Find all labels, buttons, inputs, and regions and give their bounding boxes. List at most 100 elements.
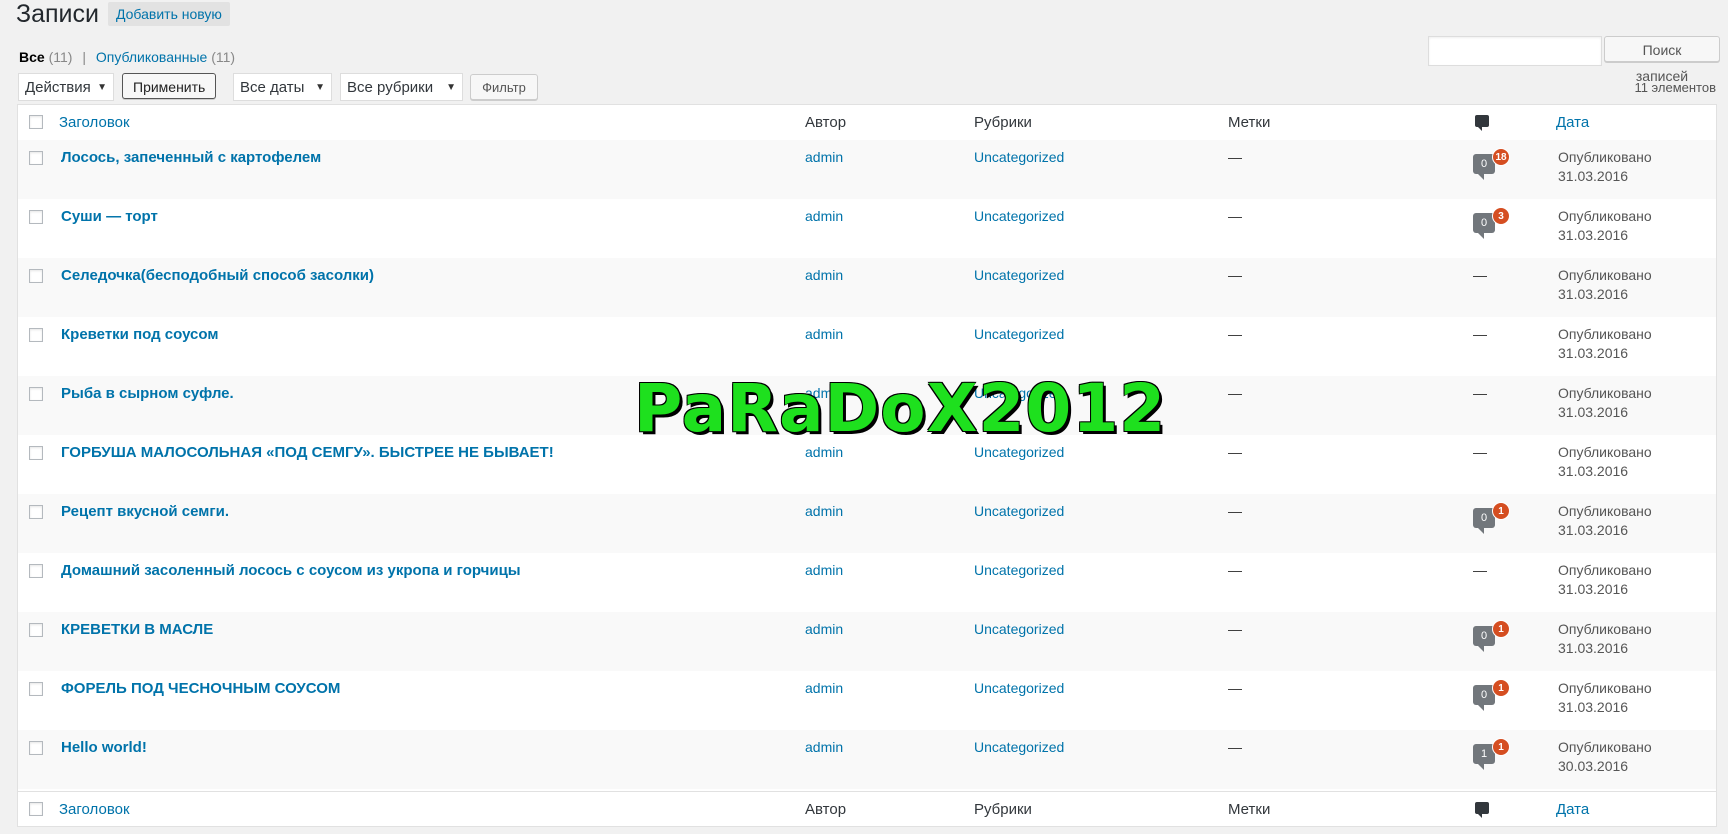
watermark-text: PaRaDoX2012 — [634, 370, 1167, 447]
search-posts-button[interactable]: Поиск записей — [1604, 36, 1720, 84]
column-author-header: Автор — [805, 801, 847, 818]
post-author-link[interactable]: admin — [805, 208, 843, 224]
post-date-value: 31.03.2016 — [1558, 640, 1629, 656]
table-row: Суши — торт admin Uncategorized —0 3 Опублико… — [18, 199, 1716, 258]
view-all-count: (11) — [48, 49, 73, 65]
post-title-link[interactable]: Домашний засоленный лосось с соусом из у… — [61, 562, 521, 579]
table-row: Hello world! admin Uncategorized —1 1 Опублик… — [18, 730, 1716, 789]
pending-comments-badge[interactable]: 3 — [1492, 207, 1510, 225]
posts-table: Заголовок Автор Рубрики Метки Дата Лосос… — [17, 104, 1717, 827]
row-checkbox[interactable] — [29, 387, 43, 401]
post-author-link[interactable]: admin — [805, 739, 843, 755]
post-category-link[interactable]: Uncategorized — [974, 562, 1064, 578]
date-filter-value: Все даты — [240, 79, 305, 96]
post-author-link[interactable]: admin — [805, 149, 843, 165]
post-author-link[interactable]: admin — [805, 267, 843, 283]
column-tags-header: Метки — [1228, 114, 1271, 131]
post-tags: — — [1228, 680, 1242, 696]
post-category-link[interactable]: Uncategorized — [974, 208, 1064, 224]
select-all-checkbox[interactable] — [29, 115, 43, 129]
row-checkbox[interactable] — [29, 210, 43, 224]
filter-button[interactable]: Фильтр — [470, 74, 538, 100]
post-category-link[interactable]: Uncategorized — [974, 149, 1064, 165]
post-date: Опубликовано 31.03.2016 — [1558, 443, 1652, 481]
category-filter-select[interactable]: Все рубрики ▼ — [340, 73, 463, 101]
pending-comments-badge[interactable]: 18 — [1492, 148, 1510, 166]
date-filter-select[interactable]: Все даты ▼ — [233, 73, 332, 101]
search-input[interactable] — [1428, 36, 1602, 66]
post-date: Опубликовано 31.03.2016 — [1558, 679, 1652, 717]
post-title-link[interactable]: ГОРБУША МАЛОСОЛЬНАЯ «ПОД СЕМГУ». БЫСТРЕЕ… — [61, 444, 554, 461]
post-date: Опубликовано 31.03.2016 — [1558, 325, 1652, 363]
post-title-link[interactable]: Селедочка(бесподобный способ засолки) — [61, 267, 374, 284]
view-published-link[interactable]: Опубликованные — [96, 49, 207, 65]
category-filter-value: Все рубрики — [347, 79, 434, 96]
post-date: Опубликовано 31.03.2016 — [1558, 207, 1652, 245]
post-title-link[interactable]: Суши — торт — [61, 208, 158, 225]
post-title-link[interactable]: Hello world! — [61, 739, 147, 756]
post-category-link[interactable]: Uncategorized — [974, 739, 1064, 755]
post-status: Опубликовано — [1558, 503, 1652, 519]
table-row: КРЕВЕТКИ В МАСЛЕ admin Uncategorized —0 1 Опу… — [18, 612, 1716, 671]
select-all-checkbox[interactable] — [29, 802, 43, 816]
apply-button[interactable]: Применить — [122, 73, 216, 99]
row-checkbox[interactable] — [29, 328, 43, 342]
table-row: ФОРЕЛЬ ПОД ЧЕСНОЧНЫМ СОУСОМ admin Uncatego… — [18, 671, 1716, 730]
post-category-link[interactable]: Uncategorized — [974, 267, 1064, 283]
row-checkbox[interactable] — [29, 446, 43, 460]
column-date-header[interactable]: Дата — [1556, 801, 1589, 818]
post-tags: — — [1228, 739, 1242, 755]
post-title-link[interactable]: ФОРЕЛЬ ПОД ЧЕСНОЧНЫМ СОУСОМ — [61, 680, 340, 697]
table-row: Рецепт вкусной семги. admin Uncategorized —… — [18, 494, 1716, 553]
column-title-header[interactable]: Заголовок — [59, 801, 130, 818]
post-title-link[interactable]: Рыба в сырном суфле. — [61, 385, 234, 402]
row-checkbox[interactable] — [29, 741, 43, 755]
pending-comments-badge[interactable]: 1 — [1492, 679, 1510, 697]
post-title-link[interactable]: КРЕВЕТКИ В МАСЛЕ — [61, 621, 213, 638]
pending-comments-badge[interactable]: 1 — [1492, 502, 1510, 520]
comment-icon[interactable] — [1475, 115, 1489, 131]
post-date-value: 31.03.2016 — [1558, 286, 1629, 302]
post-category-link[interactable]: Uncategorized — [974, 503, 1064, 519]
post-date-value: 31.03.2016 — [1558, 699, 1629, 715]
post-title-link[interactable]: Креветки под соусом — [61, 326, 218, 343]
add-new-button[interactable]: Добавить новую — [108, 2, 230, 26]
post-author-link[interactable]: admin — [805, 326, 843, 342]
bulk-actions-select[interactable]: Действия ▼ — [18, 73, 114, 101]
post-category-link[interactable]: Uncategorized — [974, 621, 1064, 637]
items-count: 11 элементов — [1634, 80, 1716, 95]
row-checkbox[interactable] — [29, 151, 43, 165]
post-title-link[interactable]: Рецепт вкусной семги. — [61, 503, 229, 520]
post-date: Опубликовано 31.03.2016 — [1558, 502, 1652, 540]
view-published-count: (11) — [211, 49, 236, 65]
post-tags: — — [1228, 562, 1242, 578]
post-category-link[interactable]: Uncategorized — [974, 680, 1064, 696]
column-date-header[interactable]: Дата — [1556, 114, 1589, 131]
post-author-link[interactable]: admin — [805, 680, 843, 696]
chevron-down-icon: ▼ — [97, 82, 107, 93]
row-checkbox[interactable] — [29, 564, 43, 578]
row-checkbox[interactable] — [29, 682, 43, 696]
post-author-link[interactable]: admin — [805, 503, 843, 519]
post-author-link[interactable]: admin — [805, 562, 843, 578]
post-category-link[interactable]: Uncategorized — [974, 326, 1064, 342]
row-checkbox[interactable] — [29, 269, 43, 283]
post-author-link[interactable]: admin — [805, 621, 843, 637]
table-header: Заголовок Автор Рубрики Метки Дата — [18, 105, 1716, 141]
view-all-label[interactable]: Все — [19, 49, 45, 65]
no-comments-dash: — — [1473, 444, 1487, 460]
no-comments-dash: — — [1473, 267, 1487, 283]
post-status: Опубликовано — [1558, 208, 1652, 224]
post-date-value: 30.03.2016 — [1558, 758, 1629, 774]
row-checkbox[interactable] — [29, 505, 43, 519]
no-comments-dash: — — [1473, 385, 1487, 401]
post-status: Опубликовано — [1558, 326, 1652, 342]
post-title-link[interactable]: Лосось, запеченный с картофелем — [61, 149, 321, 166]
view-separator: | — [82, 49, 86, 65]
pending-comments-badge[interactable]: 1 — [1492, 738, 1510, 756]
post-status: Опубликовано — [1558, 444, 1652, 460]
column-title-header[interactable]: Заголовок — [59, 114, 130, 131]
comment-icon[interactable] — [1475, 802, 1489, 818]
row-checkbox[interactable] — [29, 623, 43, 637]
pending-comments-badge[interactable]: 1 — [1492, 620, 1510, 638]
